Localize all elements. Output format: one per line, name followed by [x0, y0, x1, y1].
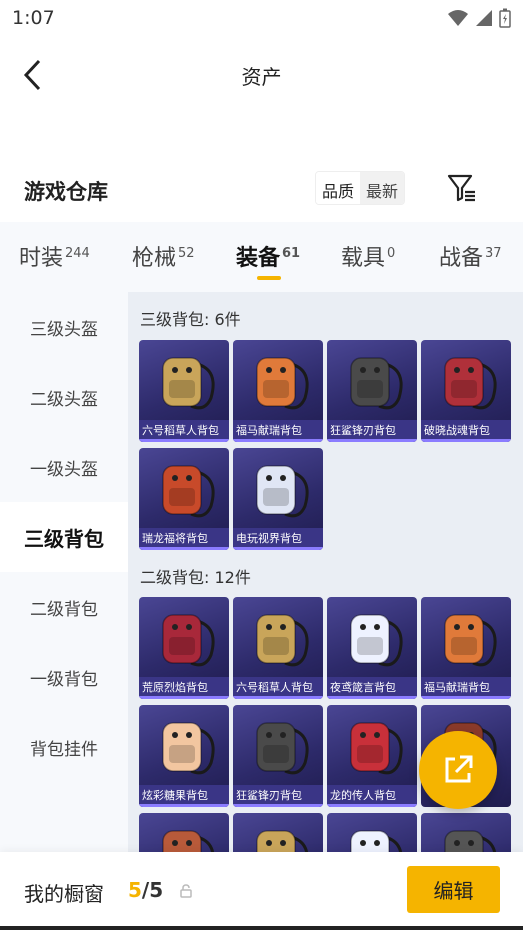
showcase-current: 5	[128, 878, 142, 902]
sort-newest-button[interactable]: 最新	[360, 172, 405, 204]
signal-icon	[476, 10, 492, 26]
home-indicator	[0, 926, 523, 930]
sidebar-item-level2-backpack[interactable]: 二级背包	[0, 572, 128, 642]
item-card[interactable]: 六号稻草人背包	[139, 340, 229, 442]
section-label: 三级背包: 6件	[140, 310, 241, 329]
shark-backpack-icon	[350, 357, 403, 410]
tab-equipment[interactable]: 装备 61	[236, 240, 300, 272]
shark-backpack-icon	[256, 722, 309, 775]
item-card[interactable]: 福马献瑞背包	[421, 597, 511, 699]
item-card[interactable]: 荒原烈焰背包	[139, 597, 229, 699]
battery-icon	[499, 8, 511, 28]
showcase-bar: 我的橱窗 5/5 编辑	[0, 852, 523, 930]
tab-gear[interactable]: 战备 37	[439, 240, 502, 272]
item-card[interactable]: 电玩视界背包	[233, 448, 323, 550]
tab-label: 枪械	[132, 246, 177, 271]
sidebar-item-level1-backpack[interactable]: 一级背包	[0, 642, 128, 712]
item-rarity-bar	[327, 439, 417, 442]
status-icons	[447, 8, 511, 28]
subcategory-sidebar: 三级头盔 二级头盔 一级头盔 三级背包 二级背包 一级背包 背包挂件	[0, 292, 128, 852]
lock-icon	[180, 884, 192, 898]
item-card[interactable]	[233, 813, 323, 852]
item-card[interactable]: 福马献瑞背包	[233, 340, 323, 442]
tab-guns[interactable]: 枪械 52	[132, 240, 195, 272]
warehouse-title: 游戏仓库	[24, 180, 108, 204]
section-label: 二级背包: 12件	[140, 568, 251, 587]
status-bar: 1:07	[0, 0, 523, 36]
category-tabs: 时装 244 枪械 52 装备 61 载具 0 战备 37	[0, 222, 523, 292]
flame-backpack-icon	[162, 614, 215, 667]
page-title: 资产	[241, 65, 282, 89]
tab-label: 时装	[19, 246, 64, 271]
sidebar-item-level3-backpack[interactable]: 三级背包	[0, 502, 128, 572]
scarecrow-backpack-icon	[162, 357, 215, 410]
showcase-total: /5	[141, 878, 164, 902]
warrior-backpack-icon	[444, 357, 497, 410]
item-rarity-bar	[327, 696, 417, 699]
item-card[interactable]: 狂鲨锋刃背包	[327, 340, 417, 442]
candy-backpack-icon	[162, 722, 215, 775]
item-rarity-bar	[233, 439, 323, 442]
item-card[interactable]: 炫彩糖果背包	[139, 705, 229, 807]
item-rarity-bar	[139, 547, 229, 550]
backpack-icon	[256, 830, 309, 852]
tab-fashion[interactable]: 时装 244	[19, 240, 90, 272]
item-card[interactable]: 夜鸢箴言背包	[327, 597, 417, 699]
item-card[interactable]	[421, 813, 511, 852]
horse-backpack-icon	[256, 357, 309, 410]
tab-vehicles[interactable]: 载具 0	[341, 240, 395, 272]
share-external-icon	[445, 755, 473, 783]
item-card[interactable]: 六号稻草人背包	[233, 597, 323, 699]
item-rarity-bar	[327, 804, 417, 807]
backpack-icon	[350, 830, 403, 852]
share-button[interactable]	[419, 731, 497, 809]
tab-count: 52	[178, 245, 195, 261]
tab-count: 37	[485, 245, 502, 261]
item-card[interactable]	[327, 813, 417, 852]
active-tab-indicator	[257, 276, 281, 280]
tab-count: 244	[65, 245, 90, 261]
tab-label: 装备	[236, 246, 281, 271]
gamer-backpack-icon	[256, 465, 309, 518]
backpack-icon	[444, 830, 497, 852]
showcase-count: 5/5	[128, 878, 163, 902]
item-rarity-bar	[421, 696, 511, 699]
backpack-icon	[162, 830, 215, 852]
item-card[interactable]: 破晓战魂背包	[421, 340, 511, 442]
wifi-icon	[448, 10, 468, 26]
sort-quality-button[interactable]: 品质	[316, 172, 361, 204]
tab-count: 61	[282, 245, 301, 261]
sidebar-item-level1-helmet[interactable]: 一级头盔	[0, 432, 128, 502]
dragon-backpack-icon	[162, 465, 215, 518]
item-card[interactable]	[139, 813, 229, 852]
item-rarity-bar	[233, 547, 323, 550]
item-rarity-bar	[139, 439, 229, 442]
sidebar-item-backpack-charm[interactable]: 背包挂件	[0, 712, 128, 782]
showcase-label: 我的橱窗	[24, 882, 104, 906]
tab-label: 载具	[341, 246, 386, 271]
filter-button[interactable]	[446, 172, 478, 204]
warehouse-header: 游戏仓库 品质 最新	[0, 168, 523, 212]
sidebar-item-level3-helmet[interactable]: 三级头盔	[0, 292, 128, 362]
item-rarity-bar	[139, 804, 229, 807]
tab-count: 0	[387, 245, 396, 261]
item-rarity-bar	[233, 804, 323, 807]
sidebar-item-level2-helmet[interactable]: 二级头盔	[0, 362, 128, 432]
sort-toggle: 品质 最新	[315, 171, 406, 205]
item-card[interactable]: 龙的传人背包	[327, 705, 417, 807]
item-card[interactable]: 狂鲨锋刃背包	[233, 705, 323, 807]
tab-label: 战备	[439, 246, 484, 271]
kite-backpack-icon	[350, 614, 403, 667]
edit-button[interactable]: 编辑	[407, 866, 500, 913]
scarecrow-backpack-icon	[256, 614, 309, 667]
horse-backpack-icon	[444, 614, 497, 667]
item-rarity-bar	[421, 439, 511, 442]
filter-icon	[447, 174, 475, 202]
dragon-heir-backpack-icon	[350, 722, 403, 775]
item-rarity-bar	[139, 696, 229, 699]
item-card[interactable]: 瑞龙福将背包	[139, 448, 229, 550]
status-time: 1:07	[12, 7, 55, 29]
title-bar: 资产	[0, 45, 523, 105]
item-rarity-bar	[233, 696, 323, 699]
